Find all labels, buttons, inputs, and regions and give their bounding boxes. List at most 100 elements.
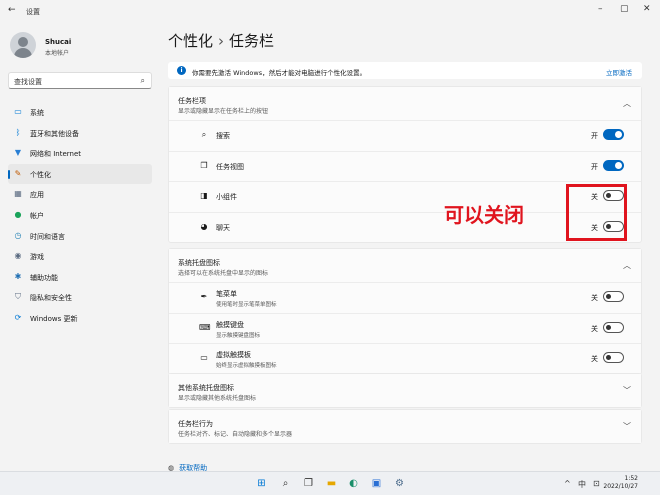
section-header[interactable]: 任务栏项显示或隐藏显示在任务栏上的按钮 ︿	[169, 87, 641, 120]
clock[interactable]: 1:52 2022/10/27	[603, 475, 638, 491]
task-view-icon[interactable]: ❐	[302, 477, 315, 490]
toggle-switch[interactable]	[603, 129, 624, 140]
sidebar-item-label: 时间和语言	[30, 232, 65, 241]
apps-icon: ▦	[14, 189, 22, 199]
chevron-up-icon[interactable]: ︿	[623, 98, 631, 109]
tray-overflow-icon[interactable]: ^	[564, 479, 571, 488]
store-icon[interactable]: ▣	[370, 477, 383, 490]
sidebar-item-label: 网络和 Internet	[30, 150, 82, 159]
clock-date: 2022/10/27	[603, 483, 638, 490]
sidebar-item[interactable]: ⟳ Windows 更新	[8, 308, 152, 329]
settings-section: 任务栏行为 任务栏对齐、标记、自动隐藏和多个显示器 ﹀	[168, 409, 642, 444]
wifi-icon: ▼	[14, 148, 22, 158]
user-name: Shucai	[45, 38, 72, 46]
sidebar-item[interactable]: ▼ 网络和 Internet	[8, 143, 152, 164]
sidebar-item[interactable]: ● 帐户	[8, 205, 152, 226]
section-title: 任务栏项	[178, 97, 206, 105]
sidebar-item-label: 个性化	[30, 170, 51, 179]
sidebar-item[interactable]: ✎ 个性化	[8, 163, 152, 185]
toggle-switch[interactable]	[603, 291, 624, 302]
maximize-icon[interactable]: ▢	[620, 4, 629, 14]
search-input[interactable]: 查找设置 ⌕	[8, 72, 152, 89]
annotation-box	[566, 184, 627, 241]
sidebar-item[interactable]: ◉ 游戏	[8, 246, 152, 267]
monitor-icon: ▭	[14, 107, 22, 116]
sidebar-item-label: 辅助功能	[30, 273, 58, 282]
toggle-switch[interactable]	[603, 352, 624, 363]
sidebar-item-label: 应用	[30, 191, 44, 200]
toggle-switch[interactable]	[603, 321, 624, 333]
sidebar-item[interactable]: ⛉ 隐私和安全性	[8, 287, 152, 308]
setting-label: 聊天	[216, 223, 230, 232]
shield-icon: ⛉	[15, 292, 21, 302]
breadcrumb-parent[interactable]: 个性化	[168, 32, 213, 50]
input-method-indicator[interactable]: 中	[578, 479, 586, 490]
search-icon: ⌕	[140, 76, 145, 85]
ime-mode-icon[interactable]: ⊡	[593, 479, 600, 488]
back-arrow-icon[interactable]: ←	[8, 5, 16, 15]
section-subtitle: 选择可以在系统托盘中显示的图标	[178, 270, 269, 277]
account-type: 本地帐户	[45, 50, 70, 57]
section-title: 系统托盘图标	[178, 259, 220, 267]
sidebar-item[interactable]: ◷ 时间和语言	[8, 226, 152, 247]
widgets-icon: ◨	[200, 191, 208, 200]
globe-clock-icon: ◷	[14, 230, 22, 240]
section-subtitle: 显示或隐藏其他系统托盘图标	[178, 395, 257, 402]
setting-row: ✒ 笔菜单 使用笔时显示笔菜单图标 关	[169, 282, 641, 313]
chevron-down-icon[interactable]: ﹀	[623, 385, 631, 396]
section-header[interactable]: 任务栏行为 任务栏对齐、标记、自动隐藏和多个显示器 ﹀	[169, 410, 641, 443]
search-placeholder: 查找设置	[14, 78, 42, 86]
update-icon: ⟳	[14, 312, 22, 322]
keyboard-icon: ⌨	[199, 322, 211, 332]
setting-row: ▭ 虚拟触摸板 始终显示虚拟触摸板图标 关	[169, 343, 641, 374]
activation-banner: i 你需要先激活 Windows，然后才能对电脑进行个性化设置。 立即激活	[168, 62, 642, 79]
setting-label: 搜索	[216, 132, 230, 140]
sidebar-nav: ▭ 系统 ᛒ 蓝牙和其他设备 ▼ 网络和 Internet ✎ 个性化 ▦ 应用 ● 帐户 ◷ 时间和语言…	[8, 102, 152, 329]
section-title: 其他系统托盘图标	[178, 384, 234, 392]
touchpad-icon: ▭	[200, 353, 208, 362]
toggle-state-label: 开	[591, 132, 598, 140]
chevron-down-icon[interactable]: ﹀	[623, 421, 631, 432]
info-icon: i	[177, 66, 186, 75]
breadcrumb: 个性化 › 任务栏	[168, 30, 274, 51]
sidebar-item-label: 游戏	[30, 253, 44, 262]
activate-link[interactable]: 立即激活	[606, 67, 632, 77]
start-icon[interactable]: ⊞	[255, 477, 268, 490]
chevron-up-icon[interactable]: ︿	[623, 260, 631, 271]
edge-icon[interactable]: ◐	[347, 477, 360, 490]
section-header[interactable]: 其他系统托盘图标显示或隐藏其他系统托盘图标 ﹀	[169, 374, 641, 407]
sidebar-item[interactable]: ▭ 系统	[8, 102, 152, 123]
annotation-text: 可以关闭	[444, 203, 524, 227]
sidebar-item[interactable]: ▦ 应用	[8, 184, 152, 205]
setting-description: 显示触摸键盘图标	[216, 332, 261, 339]
settings-section: 其他系统托盘图标显示或隐藏其他系统托盘图标 ﹀	[168, 373, 642, 408]
title-bar: ← 设置 – ▢ ✕	[0, 0, 660, 22]
close-icon[interactable]: ✕	[643, 4, 651, 14]
clock-time: 1:52	[624, 475, 638, 482]
avatar	[10, 32, 36, 58]
section-subtitle: 显示或隐藏显示在任务栏上的按钮	[178, 108, 269, 115]
sidebar-item[interactable]: ᛒ 蓝牙和其他设备	[8, 123, 152, 144]
settings-icon[interactable]: ⚙	[393, 477, 406, 490]
breadcrumb-separator: ›	[218, 32, 225, 50]
search-icon[interactable]: ⌕	[279, 477, 292, 490]
accessibility-icon: ✱	[14, 271, 22, 281]
explorer-icon[interactable]: ▬	[325, 477, 338, 490]
banner-text: 你需要先激活 Windows，然后才能对电脑进行个性化设置。	[192, 69, 367, 77]
toggle-switch[interactable]	[603, 159, 624, 171]
section-title: 任务栏行为	[178, 420, 213, 428]
search-icon: ⌕	[201, 130, 207, 139]
setting-description: 使用笔时显示笔菜单图标	[216, 302, 277, 308]
toggle-state-label: 关	[591, 355, 598, 363]
setting-row: ⌨ 触摸键盘 显示触摸键盘图标 关	[169, 312, 641, 344]
toggle-state-label: 关	[591, 324, 598, 333]
sidebar-item-label: 蓝牙和其他设备	[30, 129, 79, 138]
sidebar-item-label: Windows 更新	[30, 314, 78, 323]
section-header[interactable]: 系统托盘图标选择可以在系统托盘中显示的图标 ︿	[169, 249, 641, 282]
sidebar-item-label: 帐户	[30, 211, 44, 220]
window-title: 设置	[26, 8, 40, 16]
minimize-icon[interactable]: –	[598, 4, 603, 14]
task-view-icon: ❐	[200, 160, 208, 170]
sidebar-item[interactable]: ✱ 辅助功能	[8, 267, 152, 288]
settings-section: 系统托盘图标 选择可以在系统托盘中显示的图标 ︿ ✒ 笔菜单 使用笔时显示笔菜单图标关 ⌨ 触…	[168, 248, 642, 375]
